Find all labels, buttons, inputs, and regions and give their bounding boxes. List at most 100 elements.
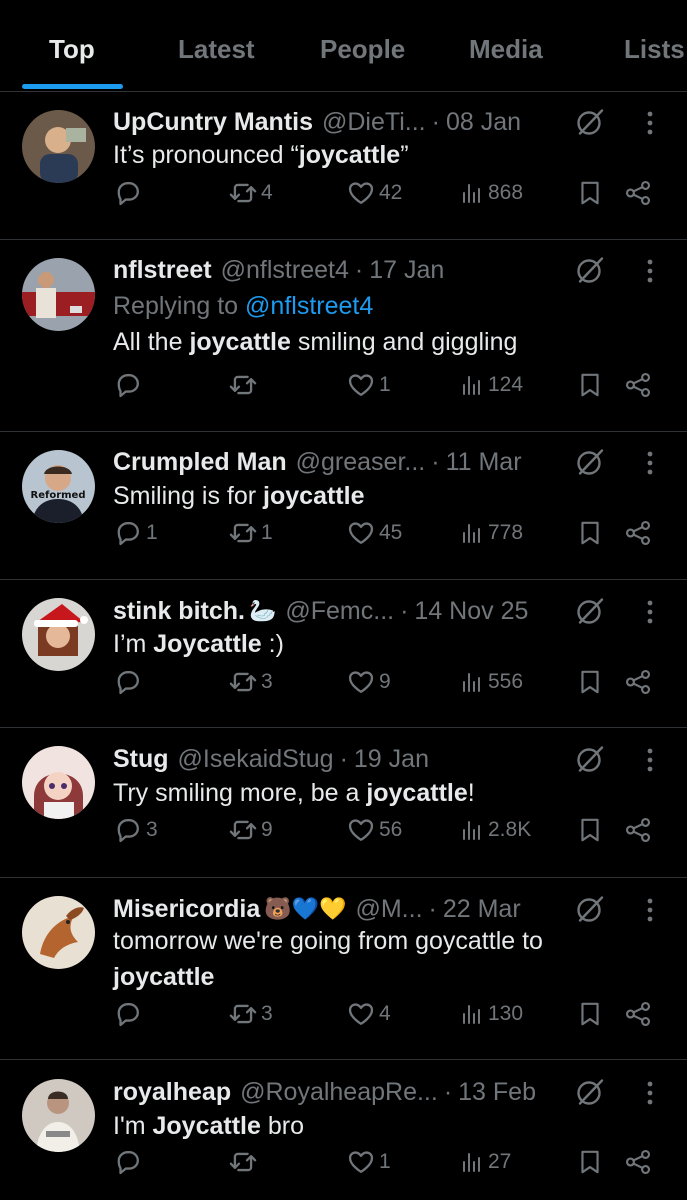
author-handle[interactable]: @M... [355,895,422,924]
grok-icon[interactable] [574,595,606,627]
views-count: 556 [488,670,524,693]
post-date[interactable]: 13 Feb [458,1078,536,1107]
tab-lists[interactable]: Lists [624,34,685,65]
author-handle[interactable]: @Femc... [285,597,394,626]
post[interactable]: Reformed Crumpled Man @greaser... · 11 Mar Sm… [0,432,687,580]
like-button[interactable]: 56 [346,815,402,845]
avatar[interactable] [22,896,95,969]
views-button[interactable]: 868 [459,178,523,208]
repost-button[interactable]: 3 [228,999,273,1029]
bookmark-icon[interactable] [576,179,604,207]
reply-button[interactable]: 1 [113,518,158,548]
more-options-icon[interactable] [638,895,662,925]
post-date[interactable]: 19 Jan [354,745,429,774]
repost-button[interactable]: 3 [228,667,273,697]
reply-button[interactable] [113,370,146,400]
avatar[interactable] [22,110,95,183]
author-handle[interactable]: @greaser... [296,448,426,477]
author-handle[interactable]: @nflstreet4 [221,256,349,285]
views-button[interactable]: 2.8K [459,815,531,845]
post[interactable]: stink bitch. 🦢 @Femc... · 14 Nov 25 I’m Joyca… [0,580,687,728]
more-options-icon[interactable] [638,745,662,775]
author-name[interactable]: nflstreet [113,256,212,285]
author-handle[interactable]: @DieTi... [322,108,426,137]
views-button[interactable]: 556 [459,667,523,697]
reply-button[interactable] [113,1147,146,1177]
author-name[interactable]: UpCuntry Mantis [113,108,313,137]
grok-icon[interactable] [574,106,606,138]
grok-icon[interactable] [574,1076,606,1108]
share-icon[interactable] [624,816,652,844]
share-icon[interactable] [624,1000,652,1028]
post[interactable]: royalheap @RoyalheapRe... · 13 Feb I'm Joyca… [0,1060,687,1200]
share-icon[interactable] [624,519,652,547]
share-icon[interactable] [624,371,652,399]
views-button[interactable]: 124 [459,370,523,400]
post-date[interactable]: 08 Jan [446,108,521,137]
reply-button[interactable]: 3 [113,815,158,845]
reposts-count: 1 [261,521,273,544]
repost-button[interactable]: 1 [228,518,273,548]
tab-top[interactable]: Top [49,34,95,65]
more-options-icon[interactable] [638,108,662,138]
post[interactable]: UpCuntry Mantis @DieTi... · 08 Jan It’s pron… [0,92,687,240]
author-handle[interactable]: @RoyalheapRe... [240,1078,438,1107]
share-icon[interactable] [624,1148,652,1176]
reply-button[interactable] [113,999,146,1029]
bookmark-icon[interactable] [576,668,604,696]
bookmark-icon[interactable] [576,1148,604,1176]
avatar[interactable]: Reformed [22,450,95,523]
repost-button[interactable]: 9 [228,815,273,845]
avatar[interactable] [22,598,95,671]
author-name[interactable]: Stug [113,745,169,774]
bookmark-icon[interactable] [576,519,604,547]
reply-button[interactable] [113,178,146,208]
post-date[interactable]: 14 Nov 25 [414,597,528,626]
author-name[interactable]: stink bitch. [113,597,245,626]
views-button[interactable]: 27 [459,1147,511,1177]
avatar[interactable] [22,258,95,331]
repost-button[interactable] [228,370,261,400]
grok-icon[interactable] [574,446,606,478]
grok-icon[interactable] [574,254,606,286]
post-date[interactable]: 22 Mar [443,895,521,924]
grok-icon[interactable] [574,893,606,925]
avatar[interactable] [22,1079,95,1152]
post[interactable]: nflstreet @nflstreet4 · 17 Jan Replying to @… [0,240,687,432]
more-options-icon[interactable] [638,1078,662,1108]
share-icon[interactable] [624,668,652,696]
author-name[interactable]: Crumpled Man [113,448,287,477]
more-options-icon[interactable] [638,597,662,627]
like-button[interactable]: 1 [346,1147,391,1177]
post-date[interactable]: 11 Mar [446,448,522,477]
like-button[interactable]: 4 [346,999,391,1029]
views-button[interactable]: 130 [459,999,523,1029]
tab-people[interactable]: People [320,34,405,65]
author-handle[interactable]: @IsekaidStug [178,745,334,774]
tab-media[interactable]: Media [469,34,543,65]
post-date[interactable]: 17 Jan [369,256,444,285]
post[interactable]: Stug @IsekaidStug · 19 Jan Try smiling more,… [0,728,687,878]
bookmark-icon[interactable] [576,816,604,844]
avatar[interactable] [22,746,95,819]
bookmark-icon[interactable] [576,1000,604,1028]
more-options-icon[interactable] [638,448,662,478]
author-name[interactable]: Misericordia [113,895,260,924]
like-button[interactable]: 42 [346,178,402,208]
repost-button[interactable]: 4 [228,178,273,208]
author-name[interactable]: royalheap [113,1078,231,1107]
views-count: 778 [488,521,524,544]
views-button[interactable]: 778 [459,518,523,548]
tab-latest[interactable]: Latest [178,34,255,65]
post[interactable]: Misericordia 🐻💙💛 @M... · 22 Mar tomorrow we'r… [0,878,687,1060]
bookmark-icon[interactable] [576,371,604,399]
like-button[interactable]: 9 [346,667,391,697]
share-icon[interactable] [624,179,652,207]
like-button[interactable]: 45 [346,518,402,548]
mention-link[interactable]: @nflstreet4 [245,292,373,320]
grok-icon[interactable] [574,743,606,775]
reply-button[interactable] [113,667,146,697]
more-options-icon[interactable] [638,256,662,286]
repost-button[interactable] [228,1147,261,1177]
like-button[interactable]: 1 [346,370,391,400]
